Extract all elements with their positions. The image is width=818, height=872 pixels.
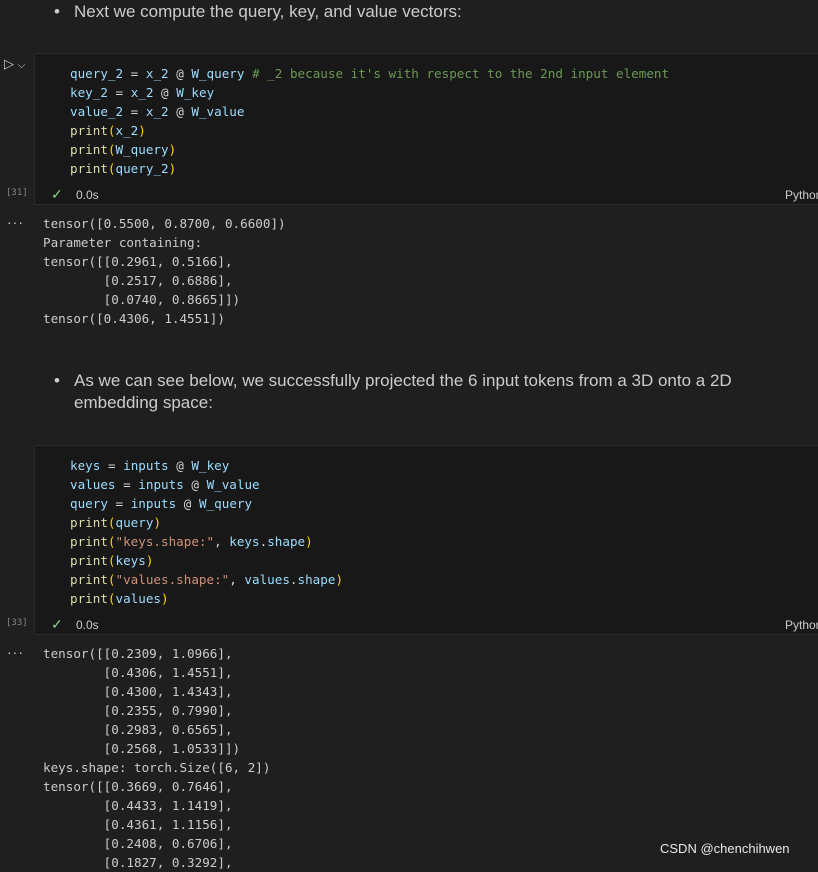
execution-count: [31] (6, 188, 28, 198)
output-line: [0.2408, 0.6706], (43, 836, 233, 851)
bullet-icon: • (54, 371, 60, 390)
code-line: keys = inputs @ W_key (70, 458, 230, 473)
code-line: query = inputs @ W_query (70, 496, 253, 511)
code-line: key_2 = x_2 @ W_key (70, 85, 215, 100)
code-cell-2[interactable]: keys = inputs @ W_keyvalues = inputs @ W… (34, 445, 818, 635)
run-icon[interactable]: ▷ (4, 56, 14, 71)
code-line: values = inputs @ W_value (70, 477, 260, 492)
code-line: print("keys.shape:", keys.shape) (70, 534, 313, 549)
output-line: tensor([[0.3669, 0.7646], (43, 779, 233, 794)
cell-status-bar: ✓ 0.0s Python (35, 615, 818, 635)
code-line: print("values.shape:", values.shape) (70, 572, 344, 587)
code-cell-1[interactable]: query_2 = x_2 @ W_query # _2 because it'… (34, 53, 818, 205)
kernel-language[interactable]: Python (785, 188, 818, 202)
execution-time: 0.0s (76, 188, 99, 202)
check-icon: ✓ (51, 186, 63, 202)
code-line: print(x_2) (70, 123, 146, 138)
output-line: tensor([0.4306, 1.4551]) (43, 311, 225, 326)
cell-output-1: tensor([0.5500, 0.8700, 0.6600]) Paramete… (43, 214, 286, 328)
code-line: print(query_2) (70, 161, 177, 176)
output-line: [0.4433, 1.1419], (43, 798, 233, 813)
chevron-down-icon[interactable]: ⌵ (18, 60, 26, 71)
output-line: [0.2568, 1.0533]]) (43, 741, 241, 756)
markdown-text: Next we compute the query, key, and valu… (74, 2, 462, 21)
output-line: [0.2355, 0.7990], (43, 703, 233, 718)
markdown-text: As we can see below, we successfully pro… (74, 371, 732, 412)
check-icon: ✓ (51, 616, 63, 632)
output-line: [0.4306, 1.4551], (43, 665, 233, 680)
code-line: print(query) (70, 515, 162, 530)
output-line: tensor([[0.2309, 1.0966], (43, 646, 233, 661)
code-line: print(keys) (70, 553, 154, 568)
output-line: [0.2983, 0.6565], (43, 722, 233, 737)
output-line: [0.2517, 0.6886], (43, 273, 233, 288)
output-line: tensor([0.5500, 0.8700, 0.6600]) (43, 216, 286, 231)
cell-status-bar: ✓ 0.0s Python (35, 185, 818, 205)
markdown-cell-1: • Next we compute the query, key, and va… (0, 1, 818, 23)
execution-time: 0.0s (76, 618, 99, 632)
output-menu-icon[interactable]: ··· (7, 644, 24, 660)
output-line: tensor([[0.2961, 0.5166], (43, 254, 233, 269)
output-menu-icon[interactable]: ··· (7, 214, 24, 230)
run-cell-button[interactable]: ▷ ⌵ (4, 56, 25, 72)
output-line: [0.0740, 0.8665]]) (43, 292, 241, 307)
output-line: [0.4361, 1.1156], (43, 817, 233, 832)
markdown-bullet-item: • Next we compute the query, key, and va… (0, 1, 818, 23)
output-line: [0.1827, 0.3292], (43, 855, 233, 870)
code-line: print(values) (70, 591, 169, 606)
output-line: keys.shape: torch.Size([6, 2]) (43, 760, 271, 775)
cell-output-2: tensor([[0.2309, 1.0966], [0.4306, 1.455… (43, 644, 270, 872)
output-line: Parameter containing: (43, 235, 203, 250)
bullet-icon: • (54, 2, 60, 21)
markdown-cell-2: • As we can see below, we successfully p… (0, 370, 818, 414)
kernel-language[interactable]: Python (785, 618, 818, 632)
markdown-bullet-item: • As we can see below, we successfully p… (0, 370, 818, 414)
code-line: query_2 = x_2 @ W_query # _2 because it'… (70, 66, 670, 81)
code-editor[interactable]: keys = inputs @ W_keyvalues = inputs @ W… (35, 446, 818, 608)
execution-count: [33] (6, 618, 28, 628)
code-editor[interactable]: query_2 = x_2 @ W_query # _2 because it'… (35, 54, 818, 178)
output-line: [0.4300, 1.4343], (43, 684, 233, 699)
watermark: CSDN @chenchihwen (660, 841, 790, 856)
code-line: value_2 = x_2 @ W_value (70, 104, 245, 119)
code-line: print(W_query) (70, 142, 177, 157)
